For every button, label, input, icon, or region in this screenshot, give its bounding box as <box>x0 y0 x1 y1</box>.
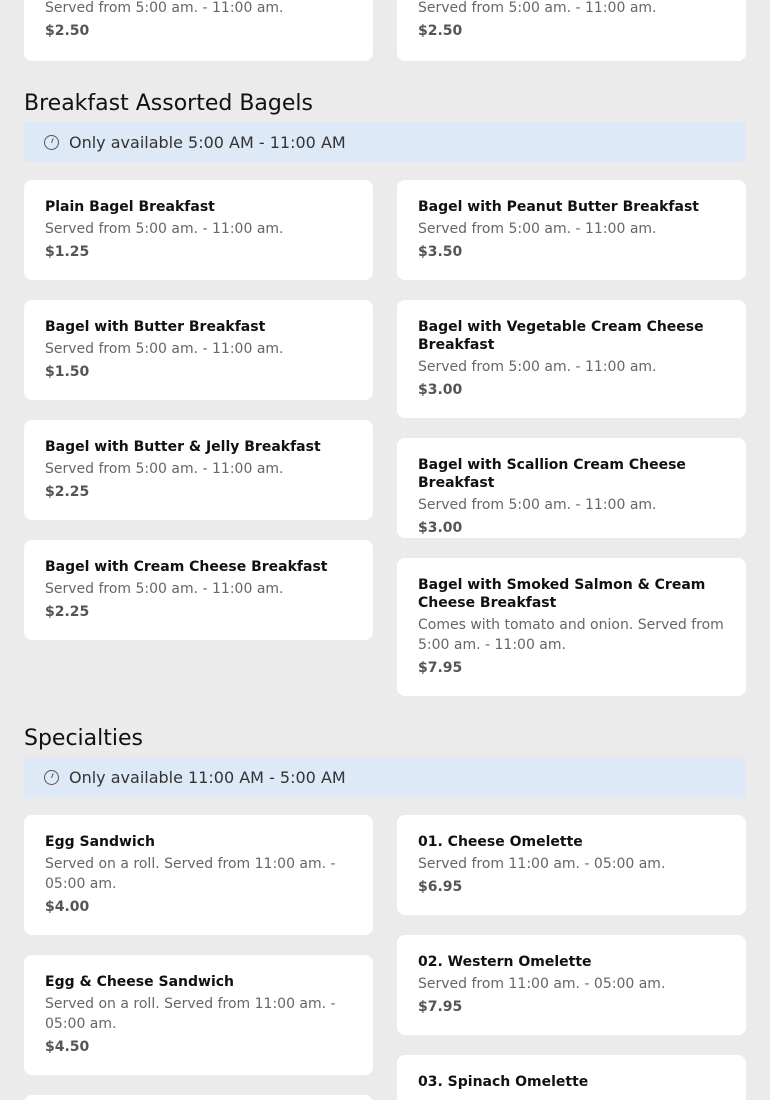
item-name: 01. Cheese Omelette <box>418 834 583 850</box>
item-description: Served from 5:00 am. - 11:00 am. <box>45 0 284 16</box>
menu-item-card[interactable]: Served from 5:00 am. - 11:00 am. $2.50 <box>24 0 373 61</box>
item-price: $2.50 <box>45 23 90 39</box>
item-price: $2.25 <box>45 484 90 500</box>
item-price: $3.00 <box>418 382 463 398</box>
menu-item-card[interactable]: Bagel with Smoked Salmon & Cream Cheese … <box>397 558 746 696</box>
item-description: Served from 5:00 am. - 11:00 am. <box>45 221 284 237</box>
item-price: $6.95 <box>418 879 463 895</box>
item-price: $3.00 <box>418 520 463 536</box>
item-price: $2.50 <box>418 23 463 39</box>
menu-item-card[interactable]: 03. Spinach Omelette <box>397 1055 746 1100</box>
item-price: $1.50 <box>45 364 90 380</box>
item-name: Bagel with Peanut Butter Breakfast <box>418 199 699 215</box>
item-price: $7.95 <box>418 660 463 676</box>
item-description: Served from 5:00 am. - 11:00 am. <box>418 0 657 16</box>
item-description: Served from 11:00 am. - 05:00 am. <box>418 856 666 872</box>
item-price: $2.25 <box>45 604 90 620</box>
menu-item-card[interactable]: 02. Western Omelette Served from 11:00 a… <box>397 935 746 1035</box>
menu-item-card[interactable]: Served from 5:00 am. - 11:00 am. $2.50 <box>397 0 746 61</box>
item-price: $1.25 <box>45 244 90 260</box>
item-description: Served from 11:00 am. - 05:00 am. <box>418 976 666 992</box>
item-name: 03. Spinach Omelette <box>418 1074 589 1090</box>
item-price: $4.50 <box>45 1039 90 1055</box>
item-name: Bagel with Scallion Cream Cheese Breakfa… <box>418 457 686 491</box>
clock-icon <box>44 134 59 150</box>
menu-item-card[interactable]: Plain Bagel Breakfast Served from 5:00 a… <box>24 180 373 280</box>
menu-item-card[interactable]: Bagel with Butter & Jelly Breakfast Serv… <box>24 420 373 520</box>
item-name: 02. Western Omelette <box>418 954 592 970</box>
item-name: Egg Sandwich <box>45 834 155 850</box>
item-name: Bagel with Vegetable Cream Cheese Breakf… <box>418 319 704 353</box>
availability-text: Only available 11:00 AM - 5:00 AM <box>69 767 346 787</box>
item-description: Served from 5:00 am. - 11:00 am. <box>45 341 284 357</box>
menu-item-card[interactable] <box>24 1095 373 1100</box>
item-description: Served from 5:00 am. - 11:00 am. <box>418 359 657 375</box>
item-description: Served on a roll. Served from 11:00 am. … <box>45 996 336 1032</box>
item-description: Served from 5:00 am. - 11:00 am. <box>45 581 284 597</box>
item-name: Bagel with Butter Breakfast <box>45 319 266 335</box>
menu-item-card[interactable]: Bagel with Vegetable Cream Cheese Breakf… <box>397 300 746 418</box>
item-price: $3.50 <box>418 244 463 260</box>
item-name: Bagel with Cream Cheese Breakfast <box>45 559 328 575</box>
menu-page: Served from 5:00 am. - 11:00 am. $2.50 S… <box>0 0 770 1100</box>
item-description: Served on a roll. Served from 11:00 am. … <box>45 856 336 892</box>
section-title-bagels: Breakfast Assorted Bagels <box>24 91 313 116</box>
menu-item-card[interactable]: Egg Sandwich Served on a roll. Served fr… <box>24 815 373 935</box>
menu-item-card[interactable]: Bagel with Peanut Butter Breakfast Serve… <box>397 180 746 280</box>
menu-item-card[interactable]: Bagel with Cream Cheese Breakfast Served… <box>24 540 373 640</box>
clock-icon <box>44 769 59 785</box>
availability-banner: Only available 5:00 AM - 11:00 AM <box>24 122 746 162</box>
item-description: Served from 5:00 am. - 11:00 am. <box>418 497 657 513</box>
item-description: Comes with tomato and onion. Served from… <box>418 617 724 653</box>
item-price: $4.00 <box>45 899 90 915</box>
item-price: $7.95 <box>418 999 463 1015</box>
item-description: Served from 5:00 am. - 11:00 am. <box>418 221 657 237</box>
item-description: Served from 5:00 am. - 11:00 am. <box>45 461 284 477</box>
menu-item-card[interactable]: Bagel with Scallion Cream Cheese Breakfa… <box>397 438 746 538</box>
section-title-specialties: Specialties <box>24 726 144 751</box>
availability-text: Only available 5:00 AM - 11:00 AM <box>69 132 346 152</box>
item-name: Bagel with Butter & Jelly Breakfast <box>45 439 321 455</box>
item-name: Bagel with Smoked Salmon & Cream Cheese … <box>418 577 706 611</box>
menu-item-card[interactable]: Egg & Cheese Sandwich Served on a roll. … <box>24 955 373 1075</box>
menu-item-card[interactable]: Bagel with Butter Breakfast Served from … <box>24 300 373 400</box>
item-name: Egg & Cheese Sandwich <box>45 974 235 990</box>
item-name: Plain Bagel Breakfast <box>45 199 215 215</box>
availability-banner: Only available 11:00 AM - 5:00 AM <box>24 757 746 797</box>
menu-item-card[interactable]: 01. Cheese Omelette Served from 11:00 am… <box>397 815 746 915</box>
